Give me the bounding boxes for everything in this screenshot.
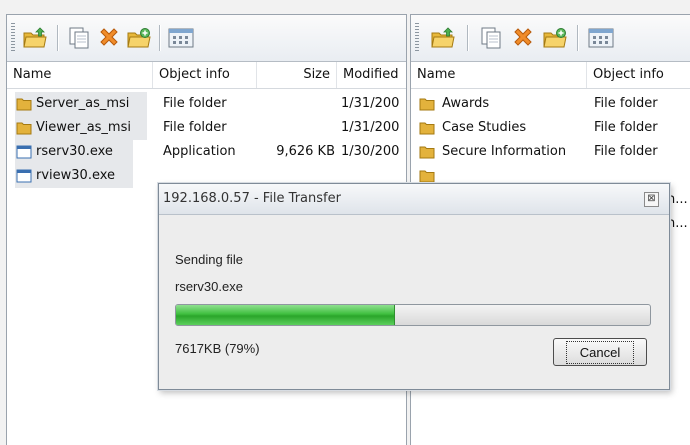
folder-icon: [419, 98, 435, 111]
list-item[interactable]: Viewer_as_msi File folder 1/31/200: [7, 116, 406, 140]
folder-icon: [419, 146, 435, 159]
column-object-info[interactable]: Object info: [587, 62, 690, 88]
file-name: Awards: [442, 96, 490, 111]
file-modified: 1/31/200: [341, 96, 400, 111]
list-item[interactable]: Server_as_msi File folder 1/31/200: [7, 92, 406, 116]
truncated-text: n...: [667, 192, 688, 207]
file-name: Secure Information: [442, 144, 567, 159]
column-modified[interactable]: Modified: [337, 62, 406, 88]
column-name[interactable]: Name: [7, 62, 153, 88]
cancel-button[interactable]: Cancel: [553, 338, 647, 366]
list-item[interactable]: rserv30.exe Application 9,626 KB 1/30/20…: [7, 140, 406, 164]
folder-icon: [419, 122, 435, 135]
left-column-header: Name Object info Size Modified: [7, 62, 406, 89]
list-item[interactable]: Secure Information File folder: [411, 140, 690, 164]
file-size: 9,626 KB: [276, 144, 335, 159]
progress-bar: [175, 304, 651, 326]
list-item[interactable]: Case Studies File folder: [411, 116, 690, 140]
view-details-icon[interactable]: [587, 24, 615, 52]
file-info: File folder: [594, 144, 658, 159]
progress-fill: [176, 305, 396, 325]
close-icon[interactable]: ⊠: [644, 192, 659, 207]
folder-up-icon[interactable]: [21, 24, 49, 52]
application-icon: [16, 169, 32, 183]
file-modified: 1/31/200: [341, 120, 400, 135]
copy-icon[interactable]: [477, 24, 505, 52]
file-info: File folder: [594, 96, 658, 111]
file-name: Case Studies: [442, 120, 527, 135]
left-toolbar: [7, 15, 406, 62]
truncated-text: n...: [667, 216, 688, 231]
column-name[interactable]: Name: [411, 62, 587, 88]
file-info: Application: [163, 144, 236, 159]
file-info: File folder: [163, 96, 227, 111]
transfer-filename: rserv30.exe: [175, 279, 243, 294]
right-toolbar: [411, 15, 690, 62]
copy-icon[interactable]: [65, 24, 93, 52]
file-name: rview30.exe: [36, 168, 116, 183]
file-name: rserv30.exe: [36, 144, 113, 159]
list-item[interactable]: Awards File folder: [411, 92, 690, 116]
right-column-header: Name Object info: [411, 62, 690, 89]
cancel-label: Cancel: [565, 340, 635, 364]
file-modified: 1/30/200: [341, 144, 400, 159]
application-icon: [16, 145, 32, 159]
folder-icon: [419, 170, 435, 183]
status-text: Sending file: [175, 252, 243, 267]
file-transfer-dialog: 192.168.0.57 - File Transfer ⊠ Sending f…: [158, 183, 670, 390]
folder-icon: [16, 98, 32, 111]
column-object-info[interactable]: Object info: [153, 62, 257, 88]
delete-icon[interactable]: [509, 24, 537, 52]
dialog-title-bar[interactable]: 192.168.0.57 - File Transfer ⊠: [159, 184, 669, 215]
delete-icon[interactable]: [95, 24, 123, 52]
toolbar-grip[interactable]: [11, 23, 15, 53]
file-name: Server_as_msi: [36, 96, 130, 111]
file-info: File folder: [163, 120, 227, 135]
file-name: Viewer_as_msi: [36, 120, 131, 135]
dialog-title: 192.168.0.57 - File Transfer: [163, 191, 341, 206]
toolbar-grip[interactable]: [415, 23, 419, 53]
progress-text: 7617KB (79%): [175, 341, 260, 356]
new-folder-icon[interactable]: [125, 24, 153, 52]
view-details-icon[interactable]: [167, 24, 195, 52]
folder-icon: [16, 122, 32, 135]
folder-up-icon[interactable]: [429, 24, 457, 52]
column-size[interactable]: Size: [257, 62, 337, 88]
file-info: File folder: [594, 120, 658, 135]
new-folder-icon[interactable]: [541, 24, 569, 52]
